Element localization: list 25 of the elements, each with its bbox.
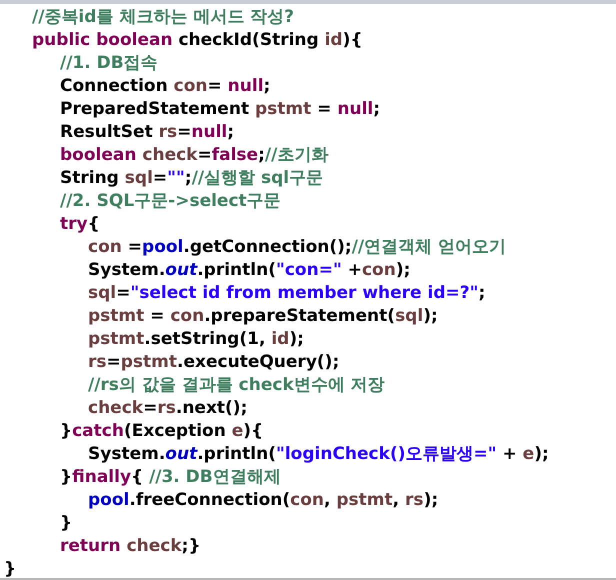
code-line: con =pool.getConnection();//연결객체 얻어오기 <box>88 236 506 259</box>
code-line: System.out.println("con=" +con); <box>88 259 410 282</box>
code-line: return check;} <box>60 535 201 558</box>
code-line: //rs의 값을 결과를 check변수에 저장 <box>88 374 385 397</box>
code-line: pstmt = con.prepareStatement(sql); <box>88 305 438 328</box>
code-line: sql="select id from member where id=?"; <box>88 282 486 305</box>
code-line: } <box>60 512 72 535</box>
code-line: rs=pstmt.executeQuery(); <box>88 351 340 374</box>
code-line: check=rs.next(); <box>88 397 248 420</box>
code-line: //1. DB접속 <box>60 52 158 75</box>
code-line: try{ <box>60 213 100 236</box>
code-line: pstmt.setString(1, id); <box>88 328 304 351</box>
code-line: pool.freeConnection(con, pstmt, rs); <box>88 489 438 512</box>
code-line: }catch(Exception e){ <box>60 420 264 443</box>
code-line: String sql="";//실행할 sql구문 <box>60 167 324 190</box>
code-line: //중복id를 체크하는 메서드 작성? <box>32 6 294 29</box>
code-line: ResultSet rs=null; <box>60 121 234 144</box>
code-line: Connection con= null; <box>60 75 270 98</box>
code-line: //2. SQL구문->select구문 <box>60 190 281 213</box>
code-line: PreparedStatement pstmt = null; <box>60 98 380 121</box>
code-line: System.out.println("loginCheck()오류발생=" + e); <box>88 443 549 466</box>
code-line: } <box>4 558 16 580</box>
code-line: }finally{ //3. DB연결해제 <box>60 466 281 489</box>
code-line: public boolean checkId(String id){ <box>32 29 362 52</box>
code-line: boolean check=false;//초기화 <box>60 144 328 167</box>
